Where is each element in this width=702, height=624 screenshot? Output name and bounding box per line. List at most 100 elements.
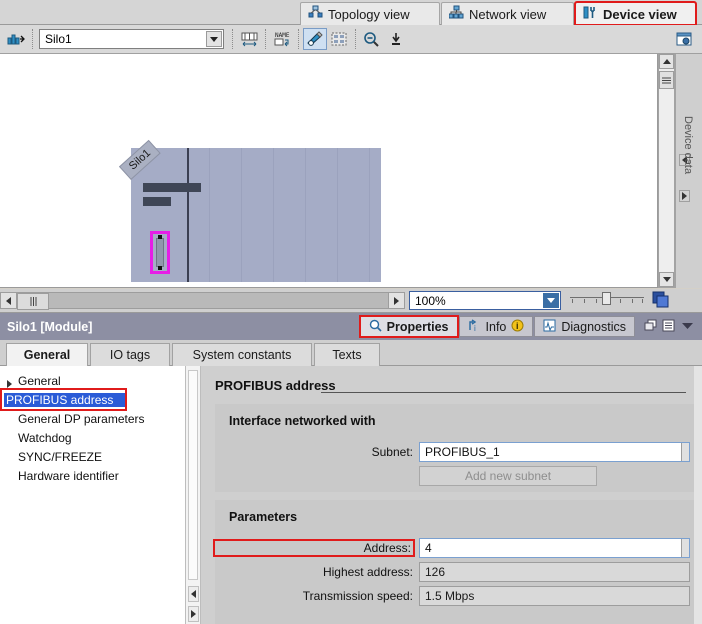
tab-diagnostics[interactable]: Diagnostics [534, 316, 635, 337]
module-name-button[interactable]: NAME [270, 28, 294, 50]
zoom-chevron-down-icon[interactable] [543, 293, 559, 308]
tab-device-view[interactable]: Device view [574, 1, 697, 26]
tab-general-label: General [23, 348, 71, 362]
transmission-speed-value: 1.5 Mbps [425, 589, 475, 603]
horizontal-scrollbar[interactable] [17, 292, 388, 310]
tab-texts[interactable]: Texts [314, 343, 380, 366]
canvas-vertical-scrollbar[interactable] [658, 54, 675, 288]
tab-io-tags-label: IO tags [109, 348, 151, 362]
info-arrow-icon: i [468, 318, 481, 335]
tia-portal-device-view: Topology view Network view Device view S… [0, 0, 702, 624]
tab-info-label: Info [485, 319, 507, 334]
tab-io-tags[interactable]: IO tags [90, 343, 170, 366]
group-interface-networked-with-title: Interface networked with [229, 414, 376, 428]
cpu-label-bar [143, 197, 171, 206]
view-tab-bar: Topology view Network view Device view [0, 0, 702, 26]
nav-item-profibus-address-label: PROFIBUS address [4, 392, 125, 407]
tab-topology-view[interactable]: Topology view [300, 2, 440, 25]
device-view-canvas[interactable]: Silo1 [0, 54, 658, 288]
device-data-strip[interactable]: Device data [675, 54, 702, 288]
inspector-title: Silo1 [Module] [7, 319, 93, 334]
highest-address-value: 126 [425, 565, 446, 579]
device-data-expand-right-button[interactable] [679, 190, 690, 202]
tab-properties-label: Properties [386, 319, 449, 334]
scroll-left-button[interactable] [0, 292, 17, 309]
restore-button[interactable] [644, 319, 657, 335]
module-slot-selected[interactable] [150, 231, 170, 274]
horizontal-scrollbar-thumb[interactable] [17, 293, 49, 310]
add-new-subnet-button[interactable]: Add new subnet [419, 466, 597, 486]
subnet-label: Subnet: [371, 445, 413, 459]
address-label: Address: [213, 539, 415, 557]
profibus-address-content: PROFIBUS address Interface networked wit… [201, 366, 694, 624]
nav-scroll-left-button[interactable] [188, 586, 199, 602]
fit-to-window-button[interactable] [384, 28, 408, 50]
subnet-input[interactable]: PROFIBUS_1 [419, 442, 690, 462]
info-badge-icon: i [511, 319, 524, 335]
nav-scroll-right-button[interactable] [188, 606, 199, 622]
nav-scrollbar-track[interactable] [188, 370, 198, 580]
tab-properties[interactable]: Properties [358, 315, 459, 338]
zoom-out-button[interactable] [360, 28, 384, 50]
zoom-level-combo[interactable]: 100% [409, 291, 561, 310]
window-options-button[interactable] [672, 28, 696, 50]
scrollbar-thumb[interactable] [659, 71, 674, 89]
tab-system-constants-label: System constants [192, 348, 292, 362]
nav-item-profibus-address[interactable]: PROFIBUS address [0, 388, 127, 411]
tab-diagnostics-label: Diagnostics [561, 319, 626, 334]
tab-texts-label: Texts [332, 348, 362, 362]
nav-item-hardware-identifier[interactable]: Hardware identifier [0, 466, 185, 485]
network-nodes-icon[interactable] [4, 28, 28, 50]
section-divider [321, 392, 686, 393]
device-rack[interactable] [131, 148, 381, 282]
grid-button[interactable] [327, 28, 351, 50]
nav-item-watchdog[interactable]: Watchdog [0, 428, 185, 447]
tab-device-view-label: Device view [603, 6, 677, 22]
tab-system-constants[interactable]: System constants [172, 343, 312, 366]
group-parameters-title: Parameters [229, 510, 298, 524]
nav-item-watchdog-label: Watchdog [18, 430, 72, 445]
scroll-right-button[interactable] [388, 292, 405, 309]
topology-icon [308, 5, 323, 23]
tab-network-view[interactable]: Network view [441, 2, 574, 25]
address-chevron-down-icon[interactable] [681, 539, 689, 557]
inspector-nav-tree[interactable]: General PROFIBUS address General DP para… [0, 366, 186, 624]
svg-text:i: i [516, 321, 519, 331]
tab-general[interactable]: General [6, 343, 88, 366]
nav-item-hardware-identifier-label: Hardware identifier [18, 468, 119, 483]
address-overview-button[interactable] [237, 28, 261, 50]
nav-pane-scrollbar[interactable] [186, 366, 201, 624]
chevron-down-icon[interactable] [680, 319, 695, 335]
zoom-slider[interactable] [570, 291, 644, 310]
expand-arrow-icon[interactable] [6, 377, 13, 391]
svg-text:i: i [474, 324, 476, 332]
device-view-toolbar: Silo1 NAME [0, 25, 702, 54]
scroll-up-button[interactable] [659, 54, 674, 69]
overview-button[interactable] [652, 291, 669, 311]
network-icon [448, 5, 464, 23]
zoom-slider-knob[interactable] [602, 291, 611, 305]
nav-item-general-dp-parameters-label: General DP parameters [18, 411, 145, 426]
tab-network-view-label: Network view [469, 6, 547, 22]
list-button[interactable] [662, 319, 675, 335]
tab-topology-view-label: Topology view [328, 6, 410, 22]
nav-item-general-dp-parameters[interactable]: General DP parameters [0, 409, 185, 428]
cpu-display-bar [143, 183, 201, 192]
address-input[interactable]: 4 [419, 538, 690, 558]
address-value: 4 [425, 541, 432, 555]
tab-info[interactable]: i Info i [458, 316, 534, 337]
inspector-header: Silo1 [Module] Properties i Info i Diagn… [0, 313, 702, 340]
pen-tool-button[interactable] [303, 28, 327, 50]
transmission-speed-label: Transmission speed: [302, 589, 413, 603]
inspector-tab-bar: General IO tags System constants Texts [0, 340, 702, 366]
content-pane-scrollbar[interactable] [694, 366, 702, 624]
chevron-down-icon[interactable] [206, 31, 222, 47]
device-selector[interactable]: Silo1 [39, 29, 224, 49]
nav-item-general[interactable]: General [0, 371, 185, 390]
content-section-title: PROFIBUS address [215, 378, 336, 393]
subnet-chevron-down-icon[interactable] [681, 443, 689, 461]
nav-item-sync-freeze[interactable]: SYNC/FREEZE [0, 447, 185, 466]
properties-icon [369, 319, 382, 335]
device-data-label: Device data [682, 116, 694, 175]
scroll-down-button[interactable] [659, 272, 674, 287]
